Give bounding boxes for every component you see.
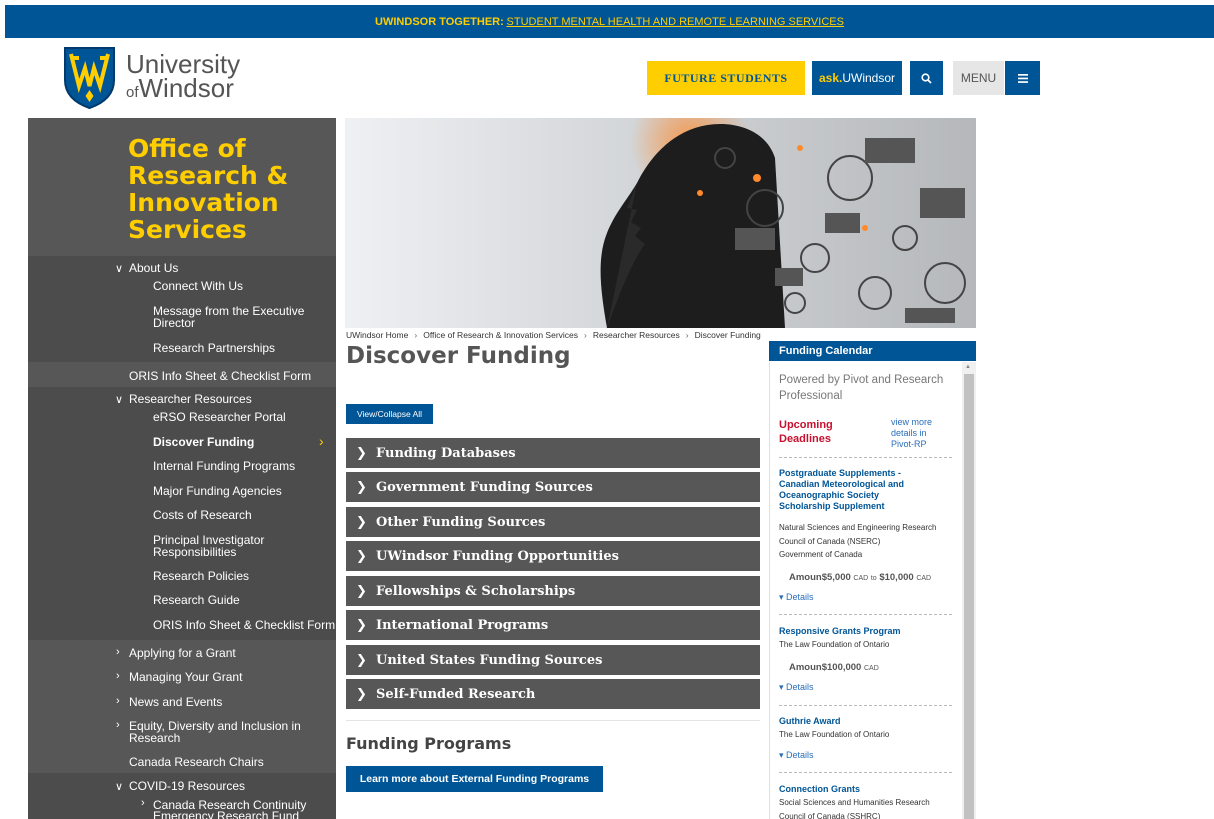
hero-image [345, 118, 976, 328]
accordion-fellowships[interactable]: ❯ Fellowships & Scholarships [346, 576, 760, 606]
chevron-right-icon: ❯ [356, 514, 367, 530]
announcement-label: UWINDSOR TOGETHER: [375, 16, 504, 28]
hamburger-icon [1017, 73, 1028, 83]
sidebar-item-news[interactable]: News and Events [129, 696, 222, 709]
shield-logo-icon [64, 47, 115, 110]
scroll-up-arrow-icon[interactable]: ▲ [965, 364, 971, 370]
sidebar-item-researcher-resources[interactable]: Researcher Resources [129, 393, 252, 406]
chevron-down-icon: ∨ [115, 781, 124, 793]
breadcrumb-current: Discover Funding [694, 330, 761, 340]
page-title: Discover Funding [346, 343, 571, 369]
search-button[interactable] [910, 61, 943, 95]
grant-title-link[interactable]: Connection Grants [779, 784, 860, 795]
sidebar-item-oris-info-2[interactable]: ORIS Info Sheet & Checklist Form [153, 619, 335, 632]
sidebar-item-message-cont[interactable]: Director [153, 317, 195, 330]
funding-programs-heading: Funding Programs [346, 734, 512, 753]
sidebar-item-partnerships[interactable]: Research Partnerships [153, 342, 275, 355]
ask-uwindsor-button[interactable]: ask. UWindsor [812, 61, 902, 95]
grant-sponsor: The Law Foundation of Ontario [779, 730, 890, 739]
breadcrumb-researcher-resources[interactable]: Researcher Resources [593, 330, 680, 340]
chevron-right-icon: ❯ [356, 617, 367, 633]
accordion-uwindsor-funding[interactable]: ❯ UWindsor Funding Opportunities [346, 541, 760, 571]
funding-calendar-header: Funding Calendar [769, 341, 976, 361]
accordion-international[interactable]: ❯ International Programs [346, 610, 760, 640]
future-students-button[interactable]: FUTURE STUDENTS [647, 61, 805, 95]
chevron-right-icon: › [116, 695, 120, 707]
chevron-right-icon: › [319, 433, 324, 449]
grant-amount: Amoun$100,000 CAD [789, 662, 879, 673]
chevron-right-icon: ❯ [356, 583, 367, 599]
sidebar-item-crc[interactable]: Canada Research Chairs [129, 756, 264, 769]
sidebar-item-applying[interactable]: Applying for a Grant [129, 647, 236, 660]
chevron-right-icon: › [116, 670, 120, 682]
view-more-pivot-link[interactable]: view more details in Pivot-RP [891, 417, 932, 450]
accordion-self-funded[interactable]: ❯ Self-Funded Research [346, 679, 760, 709]
sidebar-title[interactable]: Office of Research & Innovation Services [128, 135, 288, 243]
logo-wordmark: University ofWindsor [126, 51, 240, 105]
university-logo[interactable]: University ofWindsor [63, 46, 240, 110]
sidebar-item-policies[interactable]: Research Policies [153, 570, 249, 583]
announcement-bar: UWINDSOR TOGETHER: STUDENT MENTAL HEALTH… [5, 5, 1214, 38]
sidebar-item-pi-cont[interactable]: Responsibilities [153, 546, 236, 559]
chevron-right-icon: ❯ [356, 652, 367, 668]
announcement-link[interactable]: STUDENT MENTAL HEALTH AND REMOTE LEARNIN… [507, 16, 844, 28]
sidebar-item-discover-funding[interactable]: Discover Funding [153, 436, 254, 449]
chevron-right-icon: › [116, 719, 120, 731]
powered-by-text: Powered by Pivot and Research Professiona… [779, 374, 944, 402]
sidebar-item-erso[interactable]: eRSO Researcher Portal [153, 411, 286, 424]
sidebar-item-oris-info[interactable]: ORIS Info Sheet & Checklist Form [129, 370, 311, 383]
logo-line2: ofWindsor [126, 72, 234, 103]
view-collapse-all-button[interactable]: View/Collapse All [346, 404, 433, 424]
chevron-right-icon: ❯ [356, 445, 367, 461]
chevron-right-icon: ❯ [356, 479, 367, 495]
menu-toggle[interactable] [1005, 61, 1040, 95]
sidebar-item-major-agencies[interactable]: Major Funding Agencies [153, 485, 282, 498]
upcoming-deadlines-label: Upcoming Deadlines [779, 419, 833, 445]
accordion-funding-databases[interactable]: ❯ Funding Databases [346, 438, 760, 468]
sidebar-item-managing[interactable]: Managing Your Grant [129, 671, 242, 684]
grant-details-toggle[interactable]: ▾ Details [779, 592, 814, 603]
accordion-other-funding[interactable]: ❯ Other Funding Sources [346, 507, 760, 537]
chevron-right-icon: ❯ [356, 548, 367, 564]
grant-sponsor: The Law Foundation of Ontario [779, 640, 890, 649]
chevron-down-icon: ∨ [115, 263, 124, 275]
search-icon [921, 72, 932, 84]
separator [779, 457, 952, 458]
grant-details-toggle[interactable]: ▾ Details [779, 682, 814, 693]
chevron-down-icon: ∨ [115, 394, 124, 406]
chevron-right-icon: ❯ [356, 686, 367, 702]
chevron-right-icon: › [116, 646, 120, 658]
separator [779, 772, 952, 773]
breadcrumb-oris[interactable]: Office of Research & Innovation Services [423, 330, 578, 340]
grant-sponsor: Natural Sciences and Engineering Researc… [779, 523, 937, 559]
grant-amount: Amoun$5,000 CAD to $10,000 CAD [789, 572, 932, 583]
sidebar-item-crcef-cont[interactable]: Emergency Research Fund [153, 810, 299, 819]
sidebar-item-internal-funding[interactable]: Internal Funding Programs [153, 460, 295, 473]
grant-details-toggle[interactable]: ▾ Details [779, 750, 814, 761]
sidebar-item-connect[interactable]: Connect With Us [153, 280, 243, 293]
accordion-government-funding[interactable]: ❯ Government Funding Sources [346, 472, 760, 502]
breadcrumb: UWindsor Home › Office of Research & Innov… [346, 330, 761, 340]
sidebar-item-guide[interactable]: Research Guide [153, 594, 240, 607]
grant-title-link[interactable]: Postgraduate Supplements - Canadian Meteo… [779, 468, 904, 512]
breadcrumb-home[interactable]: UWindsor Home [346, 330, 408, 340]
accordion-us-funding[interactable]: ❯ United States Funding Sources [346, 645, 760, 675]
grant-title-link[interactable]: Responsive Grants Program [779, 626, 901, 637]
separator [779, 705, 952, 706]
grant-sponsor: Social Sciences and Humanities Research C… [779, 798, 930, 819]
sidebar-item-edi-cont[interactable]: Research [129, 732, 180, 745]
chevron-right-icon: › [141, 797, 145, 809]
sidebar-item-costs[interactable]: Costs of Research [153, 509, 252, 522]
calendar-scrollbar-thumb[interactable] [964, 374, 974, 819]
sidebar-item-about-us[interactable]: About Us [129, 262, 178, 275]
separator [779, 614, 952, 615]
menu-button[interactable]: MENU [953, 61, 1004, 95]
grant-title-link[interactable]: Guthrie Award [779, 716, 841, 727]
learn-more-button[interactable]: Learn more about External Funding Progra… [346, 766, 603, 792]
divider [346, 720, 760, 721]
sidebar-item-covid[interactable]: COVID-19 Resources [129, 780, 245, 793]
